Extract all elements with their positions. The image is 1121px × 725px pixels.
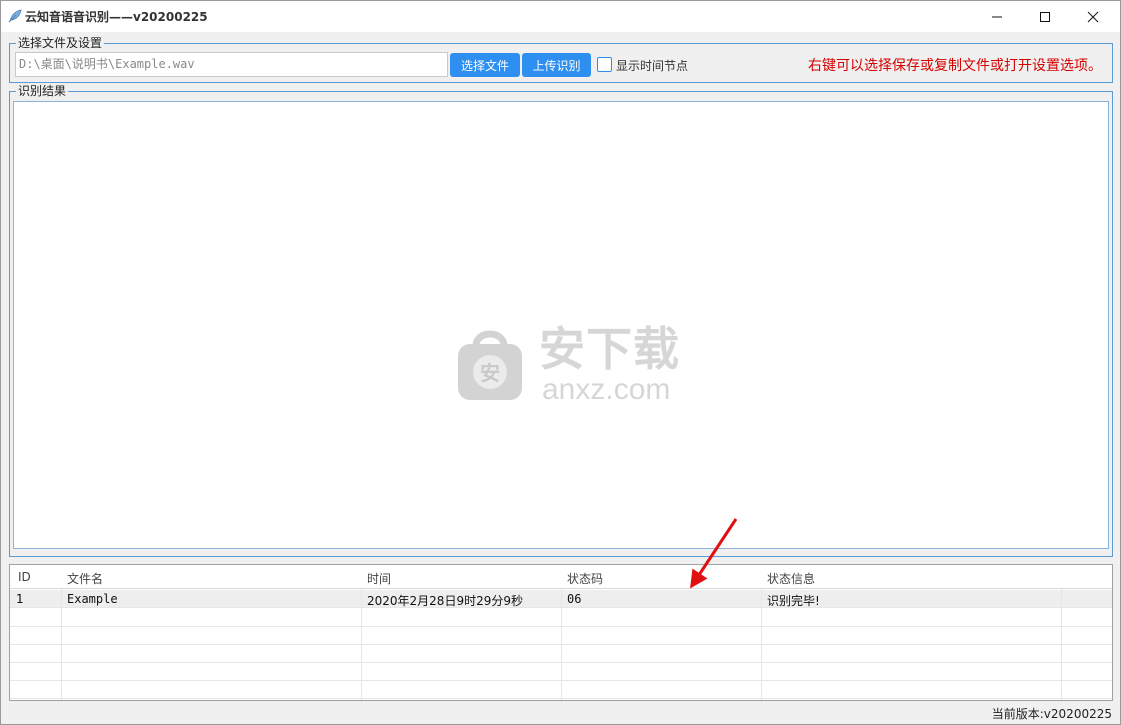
maximize-button[interactable] [1022,1,1068,32]
cell-code: 06 [567,592,582,606]
results-table[interactable]: ID 文件名 时间 状态码 状态信息 1 Example 2020年2月28日9… [9,564,1113,701]
watermark-cn: 安下载 [539,322,680,376]
result-group: 识别结果 安 安下载 anxz.com [9,84,1113,557]
close-icon [1087,11,1099,22]
svg-text:安: 安 [480,361,500,385]
maximize-icon [1040,11,1050,22]
title-bar[interactable]: 云知音语音识别——v20200225 [1,1,1120,32]
show-time-checkbox[interactable] [597,57,612,72]
app-window: 云知音语音识别——v20200225 选择文件及设置 D:\桌面\说明书\Exa… [0,0,1121,725]
column-divider [561,589,562,700]
watermark-logo: 安 安下载 anxz.com [454,320,694,415]
column-divider [61,589,62,700]
close-button[interactable] [1070,1,1116,32]
result-textarea[interactable]: 安 安下载 anxz.com [13,101,1109,549]
upload-recognize-button[interactable]: 上传识别 [522,53,591,77]
cell-time: 2020年2月28日9时29分9秒 [367,594,523,608]
window-title: 云知音语音识别——v20200225 [25,10,208,24]
column-header-code[interactable]: 状态码 [567,570,603,587]
column-divider [361,589,362,700]
file-settings-group: 选择文件及设置 D:\桌面\说明书\Example.wav 选择文件 上传识别 … [9,36,1113,83]
column-header-id[interactable]: ID [18,570,31,584]
file-settings-legend: 选择文件及设置 [16,36,105,50]
minimize-icon [992,16,1002,17]
cell-filename: Example [67,592,118,606]
shopping-bag-icon: 安 [458,330,522,400]
select-file-button[interactable]: 选择文件 [450,53,520,77]
show-time-label[interactable]: 显示时间节点 [616,57,688,74]
column-header-time[interactable]: 时间 [367,570,391,587]
right-click-hint: 右键可以选择保存或复制文件或打开设置选项。 [808,58,1102,74]
column-divider [761,589,762,700]
minimize-button[interactable] [974,1,1020,32]
column-header-filename[interactable]: 文件名 [67,570,103,587]
red-arrow-annotation [690,518,738,589]
file-path-input[interactable]: D:\桌面\说明书\Example.wav [15,52,448,77]
cell-info: 识别完毕! [767,594,820,608]
feather-icon [8,9,22,23]
result-legend: 识别结果 [16,84,69,98]
current-version: 当前版本:v20200225 [991,707,1112,721]
cell-id: 1 [16,592,24,606]
table-header: ID 文件名 时间 状态码 状态信息 [10,565,1112,589]
column-divider [1061,589,1062,700]
watermark-en: anxz.com [542,373,671,406]
column-header-info[interactable]: 状态信息 [767,570,815,587]
